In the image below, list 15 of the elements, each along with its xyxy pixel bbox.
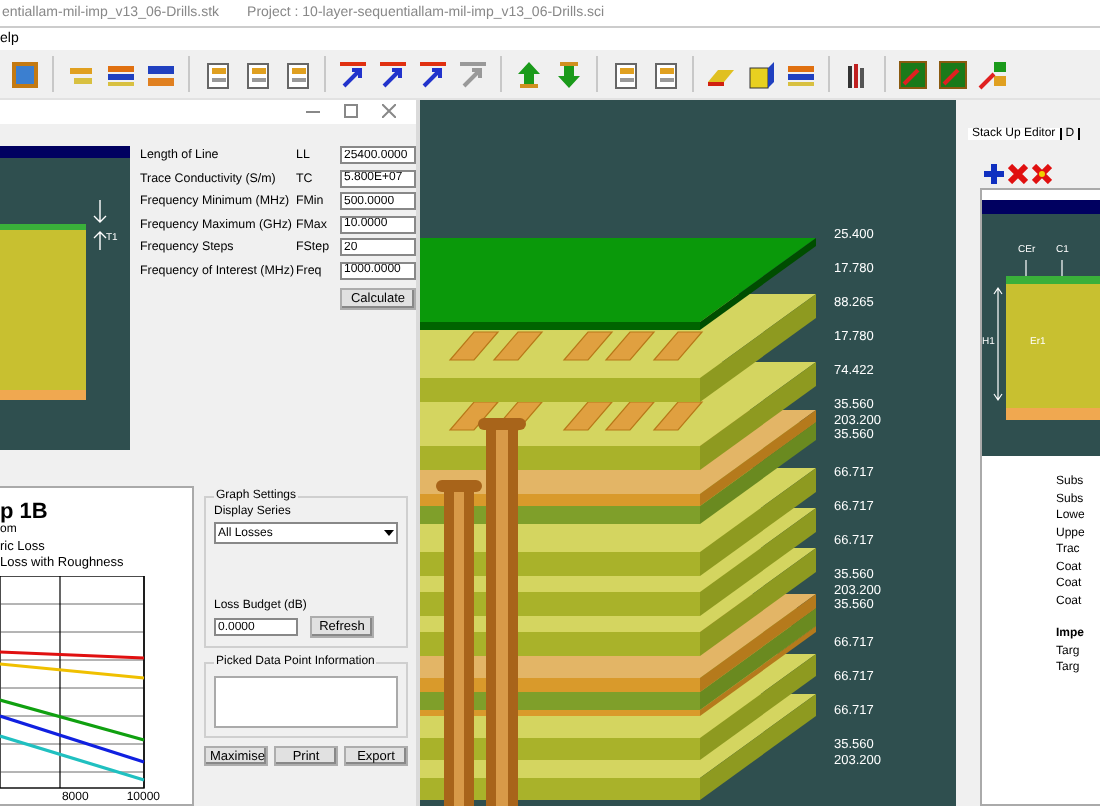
- delete-icon[interactable]: [1008, 164, 1028, 184]
- maximize-icon[interactable]: [344, 104, 358, 119]
- arrow-icon[interactable]: [976, 56, 1010, 92]
- frame-icon[interactable]: [8, 56, 42, 92]
- arrow-icon[interactable]: [416, 56, 450, 92]
- arrow-icon[interactable]: [376, 56, 410, 92]
- plus-icon[interactable]: [984, 164, 1004, 184]
- screen-icon[interactable]: [936, 56, 970, 92]
- screen-icon[interactable]: [896, 56, 930, 92]
- close-icon[interactable]: [382, 104, 396, 119]
- caret-icon: [384, 529, 394, 537]
- arrow-icon[interactable]: [336, 56, 370, 92]
- graph-title: p 1B: [0, 498, 50, 524]
- down-arrow-icon[interactable]: [552, 56, 586, 92]
- delete-icon[interactable]: [1032, 164, 1052, 184]
